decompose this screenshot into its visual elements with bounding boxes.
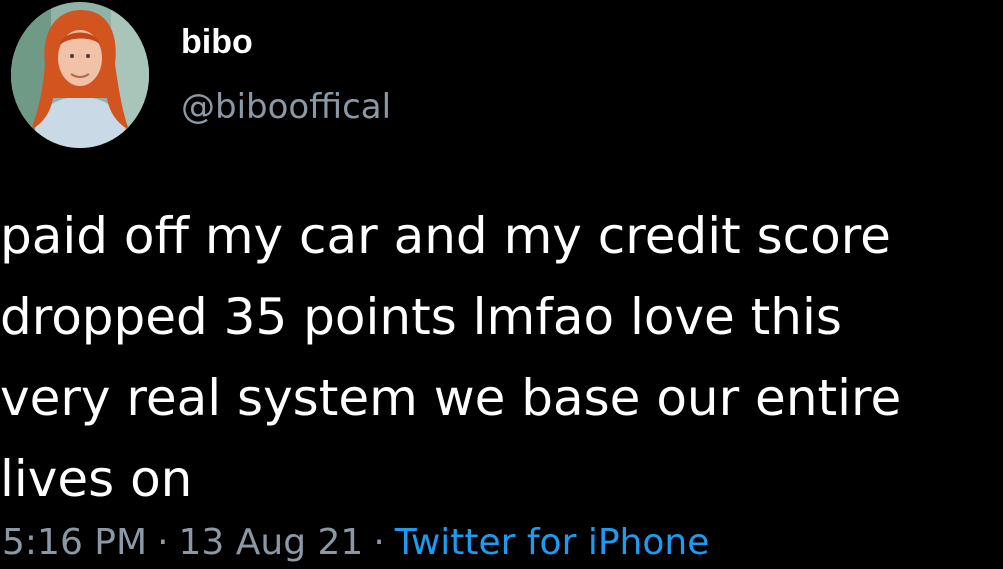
separator: · xyxy=(157,522,169,563)
tweet-metadata: 5:16 PM · 13 Aug 21 · Twitter for iPhone xyxy=(2,520,709,566)
avatar[interactable] xyxy=(11,2,149,148)
user-handle[interactable]: @bibooffical xyxy=(181,86,391,128)
tweet-text-line: paid off my car and my credit score xyxy=(0,207,891,265)
display-name[interactable]: bibo xyxy=(181,22,253,62)
separator: · xyxy=(373,522,385,563)
tweet-text-line: dropped 35 points lmfao love this xyxy=(0,288,842,346)
tweet-text-line: lives on xyxy=(0,450,193,508)
profile-photo-icon xyxy=(11,2,149,148)
tweet: bibo @bibooffical paid off my car and my… xyxy=(0,0,1003,569)
tweet-time[interactable]: 5:16 PM xyxy=(2,522,147,563)
tweet-text: paid off my car and my credit score drop… xyxy=(0,196,1003,520)
tweet-source-link[interactable]: Twitter for iPhone xyxy=(395,522,710,563)
tweet-date[interactable]: 13 Aug 21 xyxy=(179,522,364,563)
tweet-text-line: very real system we base our entire xyxy=(0,369,902,427)
